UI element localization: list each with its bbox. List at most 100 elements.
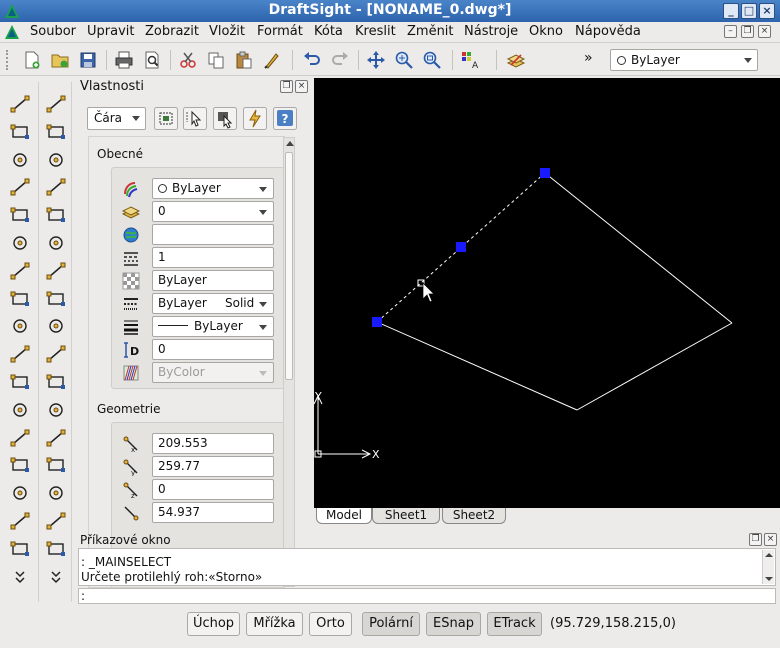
hatch-icon[interactable]: [10, 400, 30, 420]
more-icon[interactable]: [10, 567, 30, 587]
toolbar-overflow-button[interactable]: »: [584, 50, 593, 66]
polyline-segment[interactable]: [544, 172, 733, 324]
new-file-icon[interactable]: [22, 50, 42, 70]
scroll-down-icon[interactable]: [765, 577, 773, 581]
more-icon[interactable]: [46, 567, 66, 587]
properties-scrollbar[interactable]: [283, 137, 295, 587]
property-field[interactable]: 209.553: [152, 433, 274, 454]
quick-select-icon[interactable]: [154, 107, 178, 130]
spline-icon[interactable]: [10, 289, 30, 309]
property-select[interactable]: ByLayer Solid: [152, 293, 274, 314]
note-icon[interactable]: [10, 483, 30, 503]
copy-icon[interactable]: [46, 122, 66, 142]
property-field[interactable]: 54.937: [152, 502, 274, 523]
scroll-up-icon[interactable]: [286, 141, 294, 146]
polyline-segment[interactable]: [576, 322, 733, 411]
match-properties-icon[interactable]: [262, 50, 282, 70]
menu-zobrazit[interactable]: Zobrazit: [145, 24, 199, 39]
property-field[interactable]: ByLayer: [152, 270, 274, 291]
snap-toggle[interactable]: Úchop: [187, 612, 240, 636]
polygon-icon[interactable]: [10, 150, 30, 170]
tab-sheet2[interactable]: Sheet2: [442, 508, 506, 524]
command-scrollbar[interactable]: [762, 550, 774, 584]
ellipse-icon[interactable]: [10, 316, 30, 336]
menu-napoveda[interactable]: Nápověda: [575, 24, 641, 39]
undo-icon[interactable]: [302, 50, 322, 70]
print-icon[interactable]: [114, 50, 134, 70]
scrollbar-thumb[interactable]: [285, 152, 293, 380]
menu-kota[interactable]: Kóta: [314, 24, 343, 39]
polyline-icon[interactable]: [10, 233, 30, 253]
chamfer-icon[interactable]: [46, 428, 66, 448]
layer-manager-icon[interactable]: [506, 50, 526, 70]
extend-icon[interactable]: [46, 372, 66, 392]
menu-zmenit[interactable]: Změnit: [407, 24, 454, 39]
scale-icon[interactable]: [46, 289, 66, 309]
toggle-pickadd-icon[interactable]: [213, 107, 237, 130]
print-preview-icon[interactable]: [142, 50, 162, 70]
simple-note-icon[interactable]: [10, 511, 30, 531]
polar-toggle[interactable]: Polární: [362, 612, 420, 636]
arc-icon[interactable]: [10, 205, 30, 225]
layer-combo[interactable]: ByLayer: [610, 49, 758, 71]
circle-icon[interactable]: [10, 261, 30, 281]
ortho-toggle[interactable]: Orto: [309, 612, 352, 636]
menu-okno[interactable]: Okno: [529, 24, 563, 39]
property-field[interactable]: [152, 224, 274, 245]
menu-nastroje[interactable]: Nástroje: [464, 24, 518, 39]
paste-icon[interactable]: [234, 50, 254, 70]
close-button[interactable]: ×: [759, 3, 775, 19]
menu-upravit[interactable]: Upravit: [87, 24, 134, 39]
panel-float-button[interactable]: ❐: [280, 80, 293, 93]
mdi-restore-button[interactable]: ❐: [741, 25, 754, 38]
move-icon[interactable]: [46, 177, 66, 197]
offset-icon[interactable]: [46, 205, 66, 225]
tab-model[interactable]: Model: [316, 508, 372, 524]
menu-vlozit[interactable]: Vložit: [209, 24, 245, 39]
erase-icon[interactable]: [46, 94, 66, 114]
grid-toggle[interactable]: Mřížka: [246, 612, 303, 636]
command-close-button[interactable]: ×: [764, 533, 777, 546]
quick-properties-icon[interactable]: [243, 107, 267, 130]
pattern-icon[interactable]: [46, 233, 66, 253]
document-icon[interactable]: [4, 24, 20, 40]
spline-fit-icon[interactable]: [10, 372, 30, 392]
minimize-button[interactable]: _: [723, 3, 739, 19]
property-field[interactable]: 0: [152, 339, 274, 360]
mdi-close-button[interactable]: ×: [758, 25, 771, 38]
rectangle-icon[interactable]: [10, 177, 30, 197]
property-field[interactable]: 1: [152, 247, 274, 268]
panel-close-button[interactable]: ×: [295, 80, 308, 93]
rotate-icon[interactable]: [46, 261, 66, 281]
point-icon[interactable]: [10, 344, 30, 364]
explode-icon[interactable]: [46, 511, 66, 531]
line-icon[interactable]: [10, 94, 30, 114]
tab-sheet1[interactable]: Sheet1: [372, 508, 440, 524]
mirror-icon[interactable]: [46, 150, 66, 170]
grip-handle[interactable]: [540, 168, 550, 178]
construction-line-icon[interactable]: [10, 122, 30, 142]
zoom-in-icon[interactable]: [394, 50, 414, 70]
grip-handle[interactable]: [456, 242, 466, 252]
split-icon[interactable]: [46, 455, 66, 475]
block-icon[interactable]: [10, 428, 30, 448]
polyline-segment[interactable]: [376, 321, 578, 411]
property-select[interactable]: ByLayer: [152, 316, 274, 337]
gradient-icon[interactable]: [46, 539, 66, 559]
insert-block-icon[interactable]: [10, 455, 30, 475]
save-icon[interactable]: [78, 50, 98, 70]
redo-icon[interactable]: [330, 50, 350, 70]
menu-soubor[interactable]: Soubor: [30, 24, 76, 39]
property-field[interactable]: 0: [152, 479, 274, 500]
command-input[interactable]: :: [78, 588, 776, 604]
table-icon[interactable]: [10, 539, 30, 559]
etrack-toggle[interactable]: ETrack: [487, 612, 542, 636]
cut-icon[interactable]: [178, 50, 198, 70]
menu-format[interactable]: Formát: [257, 24, 303, 39]
help-icon[interactable]: ?: [273, 107, 297, 130]
mdi-minimize-button[interactable]: –: [724, 25, 737, 38]
menu-kreslit[interactable]: Kreslit: [355, 24, 396, 39]
property-select[interactable]: 0: [152, 201, 274, 222]
break-icon[interactable]: [46, 483, 66, 503]
fillet-icon[interactable]: [46, 400, 66, 420]
